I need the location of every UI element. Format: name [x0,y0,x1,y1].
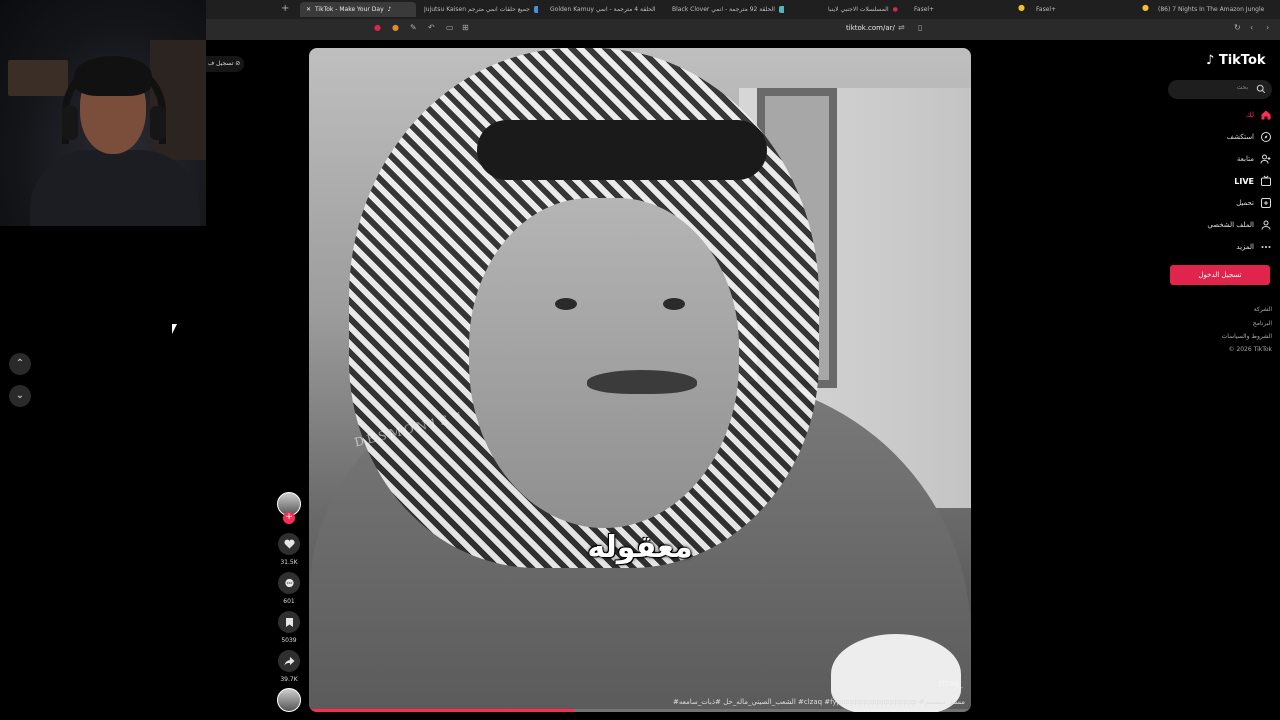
video-progress-bar[interactable] [309,709,971,712]
tab-series[interactable]: المسلسلات الاجنبي لاينبا ● [828,2,908,17]
save-button[interactable] [278,611,300,633]
heart-icon [283,539,295,549]
sidebar-item-explore[interactable]: استكشف [1227,130,1272,144]
search-placeholder: بحث [1236,84,1248,91]
share-count: 39.7K [280,676,298,683]
footer-link-program[interactable]: البرنامج [1253,320,1272,327]
bookmark-icon[interactable]: ▯ [918,23,922,32]
video-caption: معقوله [587,530,693,565]
site-favicon-icon [778,6,784,13]
lightbulb-icon: ● [1018,3,1025,12]
login-pill-button[interactable]: تسجيل ف ⊘ [206,56,244,72]
lightbulb-icon: ● [1142,3,1149,12]
tab-fasel-1[interactable]: Fasel+ [914,2,954,17]
share-button[interactable] [278,650,300,672]
headset-earcup [150,106,166,140]
headset-earcup [62,106,78,140]
footer-link-terms[interactable]: الشروط والسياسات [1222,333,1272,340]
reload-icon[interactable]: ↻ [1234,23,1241,32]
more-icon [1261,246,1271,248]
footer-link-company[interactable]: الشركة [1254,306,1272,313]
sidebar-item-live[interactable]: LIVE [1234,174,1272,188]
video-player[interactable]: DESMON1S™ معقوله clzaq_ #الشعب_الصيني_ما… [309,48,971,712]
close-icon[interactable]: ✕ [306,2,311,17]
comment-count: 601 [283,598,295,605]
chevron-up-icon[interactable]: ⌃ [9,353,31,375]
sidebar-item-profile[interactable]: الملف الشخصي [1207,218,1272,232]
home-icon [1261,110,1271,120]
mouse-cursor-icon [172,324,182,334]
extension-icon[interactable]: ↶ [428,23,435,32]
sidebar-item-following[interactable]: متابعة [1237,152,1272,166]
footer-copyright: © 2026 TikTok [1228,346,1273,353]
share-icon [284,656,294,666]
extension-icon[interactable]: ▭ [446,23,454,32]
browser-toolbar: ● ● ✎ ↶ ▭ ⊞ tiktok.com/ar/ ⇌ ▯ ↻ ‹ › [206,19,1280,40]
new-tab-button[interactable]: + [281,3,289,14]
video-hashtags[interactable]: #الشعب_الصيني_ماله_حل #ذبات_سامعه #clzaq… [673,698,965,706]
video-eye [663,298,685,310]
site-favicon-icon: ● [892,6,898,13]
search-icon[interactable] [1256,84,1266,94]
like-count: 31.5K [280,559,298,566]
comment-button[interactable] [278,572,300,594]
tiktok-logo[interactable]: ♪ TikTok [1206,53,1266,68]
tab-youtube-amazon[interactable]: (86) 7 Nights In The Amazon Jungle [1158,2,1276,17]
video-handle: clzaq_ [938,679,963,688]
site-favicon-icon [533,6,538,13]
video-face [469,198,739,528]
settings-icon[interactable]: ⇌ [898,23,905,32]
save-count: 5039 [281,637,297,644]
extension-icon[interactable]: ⊞ [462,23,469,32]
tiktok-favicon-icon: ♪ [387,6,392,13]
upload-icon [1261,198,1271,208]
video-eye [555,298,577,310]
comment-icon [284,578,294,587]
extension-icon[interactable]: ● [374,23,381,32]
tab-golden-kamuy[interactable]: Golden Kamuy الحلقة 4 مترجمة - انمي [550,2,660,17]
tab-tiktok[interactable]: ✕ TikTok - Make Your Day ♪ [300,2,416,17]
tab-jujutsu[interactable]: Jujutsu Kaisen جميع حلقات انمي مترجم [424,2,538,17]
forward-icon[interactable]: › [1266,23,1269,32]
tab-black-clover[interactable]: Black Clover الحلقة 92 مترجمة - انمي [672,2,784,17]
webcam-shelf [8,60,68,96]
login-button[interactable]: تسجيل الدخول [1170,265,1270,285]
tab-fasel-2[interactable]: Fasel+ [1036,2,1076,17]
address-bar[interactable]: tiktok.com/ar/ [846,24,895,32]
back-icon[interactable]: ‹ [1250,23,1253,32]
webcam-overlay [0,0,206,226]
profile-icon [1261,220,1271,230]
sidebar-item-for-you[interactable]: لك [1246,108,1272,122]
sidebar-item-upload[interactable]: تحميل [1236,196,1272,210]
like-button[interactable] [278,533,300,555]
music-disc-avatar[interactable] [277,688,301,712]
video-mustache [587,370,697,394]
compass-icon [1261,132,1271,142]
webcam-person-body [30,150,200,226]
extension-icon[interactable]: ● [392,23,399,32]
search-input[interactable]: بحث [1168,80,1272,99]
video-progress-fill [309,709,574,712]
video-agal [477,120,767,180]
user-follow-icon [1260,154,1271,164]
sidebar-item-more[interactable]: المزيد [1236,240,1272,254]
follow-plus-icon[interactable]: + [283,512,295,524]
chevron-down-icon[interactable]: ⌄ [9,385,31,407]
live-icon [1261,175,1271,186]
extension-icon[interactable]: ✎ [410,23,417,32]
bookmark-icon [285,617,293,627]
